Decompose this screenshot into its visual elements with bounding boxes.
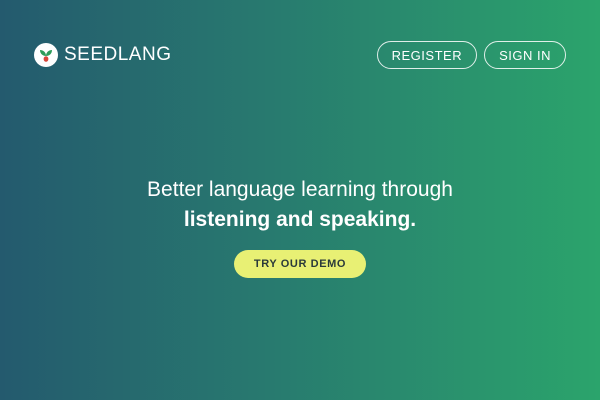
- hero-section: SEEDLANG REGISTER SIGN IN Better languag…: [0, 0, 600, 400]
- seedling-icon: [34, 43, 58, 67]
- brand-name: SEEDLANG: [64, 44, 172, 65]
- brand-logo-link[interactable]: SEEDLANG: [34, 43, 171, 67]
- top-navigation-bar: SEEDLANG REGISTER SIGN IN: [34, 40, 566, 70]
- hero-content: Better language learning through listeni…: [0, 176, 600, 278]
- auth-nav: REGISTER SIGN IN: [376, 41, 566, 69]
- try-demo-button[interactable]: TRY OUR DEMO: [234, 250, 366, 278]
- headline-line-1: Better language learning through: [147, 178, 453, 201]
- register-button[interactable]: REGISTER: [376, 41, 478, 69]
- headline-line-2: listening and speaking.: [183, 208, 417, 231]
- sign-in-button[interactable]: SIGN IN: [484, 41, 566, 69]
